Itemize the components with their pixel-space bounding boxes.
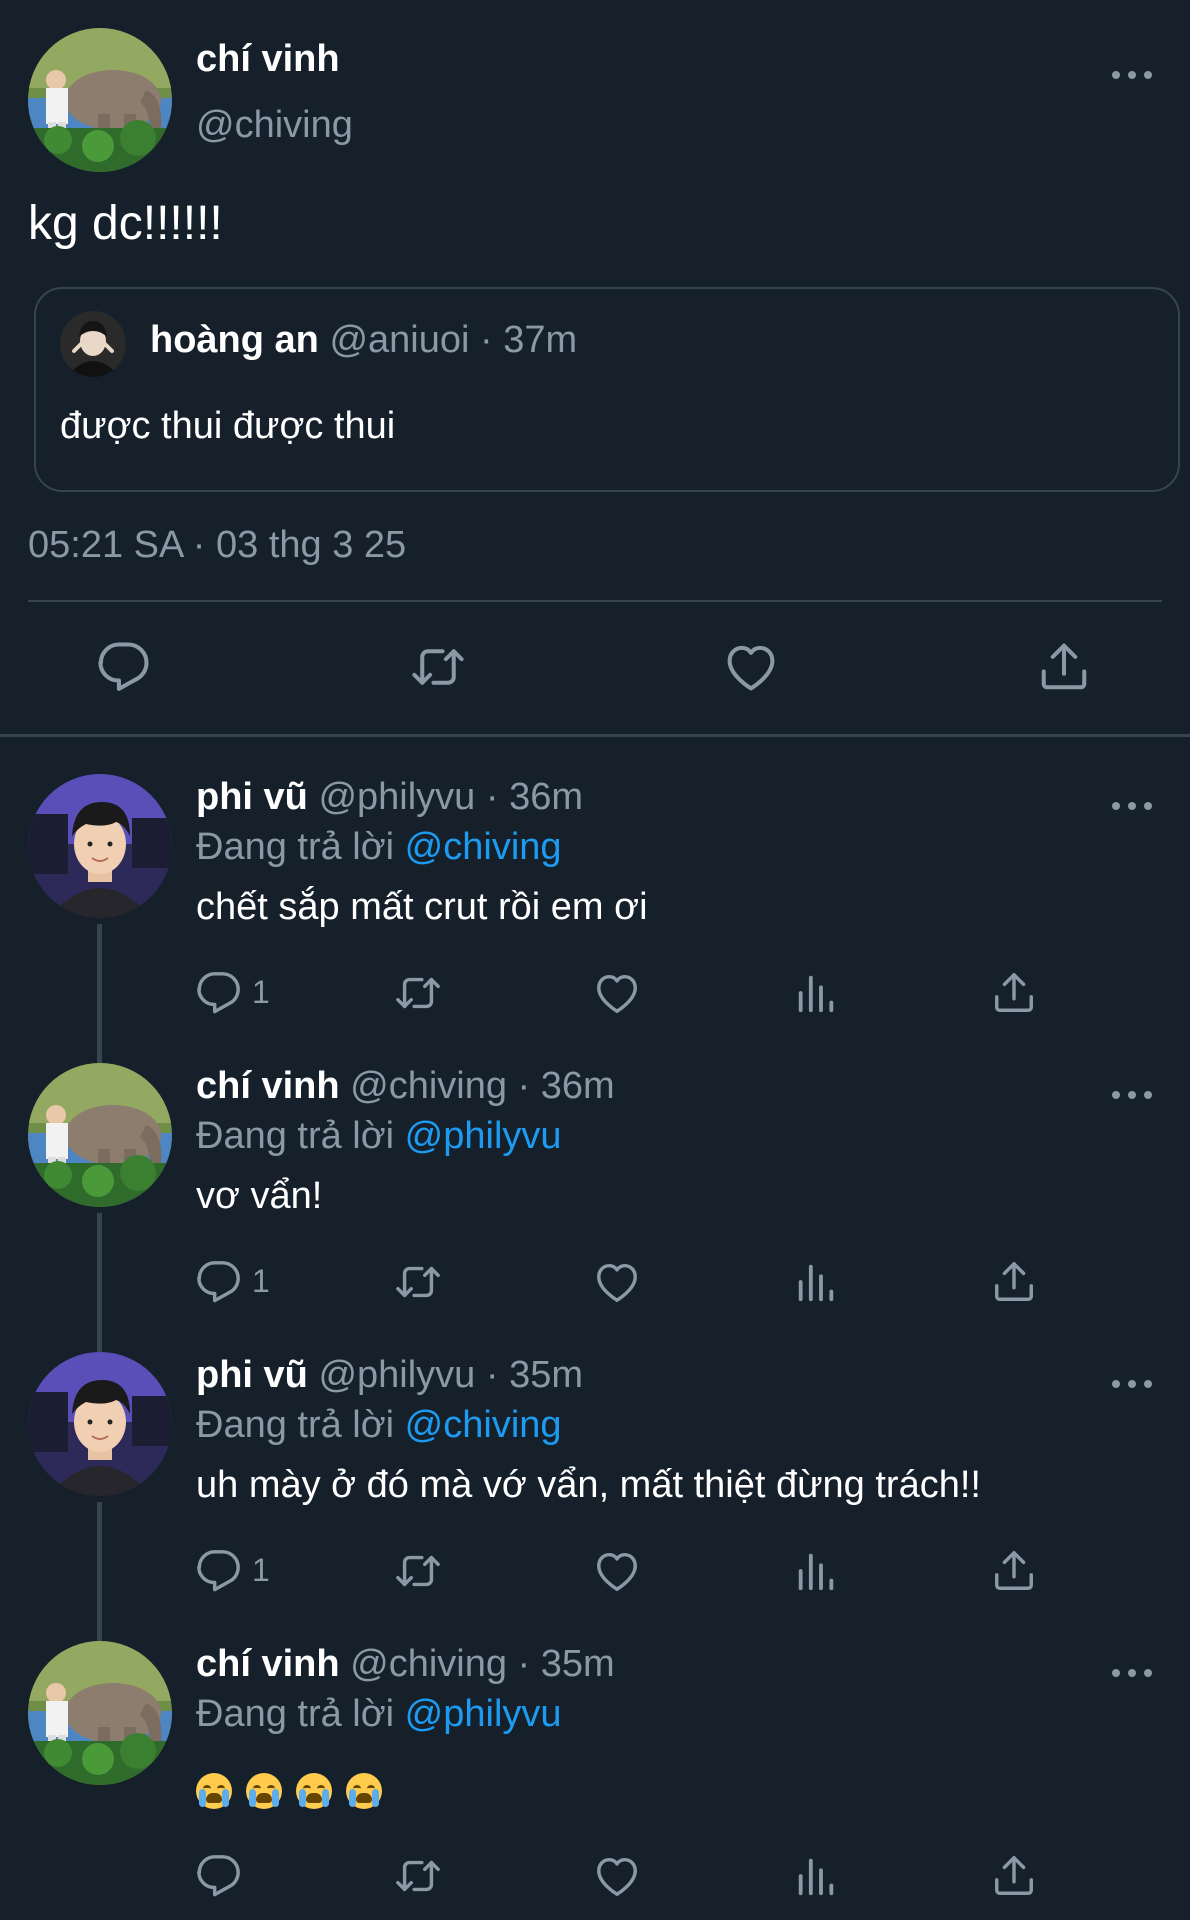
reply-count: 1: [252, 1263, 270, 1299]
section-divider: [0, 734, 1190, 737]
reply-count: 1: [252, 974, 270, 1010]
reply-text: 😭 😭 😭 😭: [196, 1773, 396, 1809]
author-name[interactable]: chí vinh: [196, 38, 340, 81]
replying-to: Đang trả lời @chiving: [196, 1404, 562, 1447]
author-name[interactable]: chí vinh: [196, 1065, 340, 1107]
replying-to: Đang trả lời @chiving: [196, 826, 562, 869]
mention-link[interactable]: @chiving: [405, 1404, 562, 1446]
crying-face-emoji: [246, 1773, 282, 1809]
reply-text-raw: 😭 😭 😭 😭: [196, 1773, 197, 1774]
share-icon[interactable]: [991, 1548, 1037, 1594]
retweet-icon[interactable]: [395, 1259, 441, 1305]
views-icon[interactable]: [793, 1259, 839, 1305]
share-icon[interactable]: [1037, 640, 1091, 694]
author-meta: @chiving · 36m: [350, 1065, 615, 1107]
avatar: [60, 311, 126, 377]
reply-tweet[interactable]: chí vinh @chiving · 36m Đang trả lời @ph…: [0, 1063, 1190, 1353]
share-icon[interactable]: [991, 1853, 1037, 1899]
thread-line: [97, 1502, 102, 1642]
avatar[interactable]: [28, 1063, 172, 1207]
quoted-tweet[interactable]: hoàng an @aniuoi · 37m được thui được th…: [34, 287, 1180, 492]
replying-label: Đang trả lời: [196, 1115, 395, 1157]
reply-header: chí vinh @chiving · 35m: [196, 1643, 615, 1686]
retweet-icon[interactable]: [411, 640, 465, 694]
share-icon[interactable]: [991, 1259, 1037, 1305]
reply-icon[interactable]: [196, 1259, 242, 1305]
retweet-icon[interactable]: [395, 1853, 441, 1899]
quoted-header: hoàng an @aniuoi · 37m: [150, 319, 577, 362]
like-icon[interactable]: [724, 640, 778, 694]
retweet-icon[interactable]: [395, 1548, 441, 1594]
author-meta: @chiving · 35m: [350, 1643, 615, 1685]
reply-text: uh mày ở đó mà vớ vẩn, mất thiệt đừng tr…: [196, 1464, 981, 1506]
quoted-text: được thui được thui: [60, 405, 396, 447]
divider: [28, 600, 1162, 602]
replying-to: Đang trả lời @philyvu: [196, 1693, 562, 1736]
like-icon[interactable]: [594, 1259, 640, 1305]
reply-text: chết sắp mất crut rồi em ơi: [196, 886, 648, 928]
like-icon[interactable]: [594, 970, 640, 1016]
mention-link[interactable]: @chiving: [405, 826, 562, 868]
replying-label: Đang trả lời: [196, 826, 395, 868]
more-options-icon[interactable]: [1112, 1666, 1152, 1680]
replying-label: Đang trả lời: [196, 1693, 395, 1735]
replying-label: Đang trả lời: [196, 1404, 395, 1446]
reply-header: phi vũ @philyvu · 35m: [196, 1354, 583, 1397]
reply-icon[interactable]: [97, 640, 151, 694]
avatar[interactable]: [28, 1641, 172, 1785]
mention-link[interactable]: @philyvu: [405, 1693, 562, 1735]
reply-header: chí vinh @chiving · 36m: [196, 1065, 615, 1108]
tweet-text: kg dc!!!!!!: [28, 197, 223, 250]
more-options-icon[interactable]: [1112, 1377, 1152, 1391]
like-icon[interactable]: [594, 1853, 640, 1899]
avatar[interactable]: [28, 28, 172, 172]
author-meta: @philyvu · 35m: [318, 1354, 584, 1396]
author-name[interactable]: phi vũ: [196, 1354, 308, 1396]
reply-count: 1: [252, 1552, 270, 1588]
more-options-icon[interactable]: [1112, 799, 1152, 813]
like-icon[interactable]: [594, 1548, 640, 1594]
avatar[interactable]: [28, 774, 172, 918]
retweet-icon[interactable]: [395, 970, 441, 1016]
reply-tweet[interactable]: phi vũ @philyvu · 35m Đang trả lời @chiv…: [0, 1352, 1190, 1642]
quoted-meta: @aniuoi · 37m: [329, 319, 578, 361]
share-icon[interactable]: [991, 970, 1037, 1016]
author-handle[interactable]: @chiving: [196, 104, 353, 147]
replying-to: Đang trả lời @philyvu: [196, 1115, 562, 1158]
thread-line: [97, 1213, 102, 1353]
reply-tweet[interactable]: phi vũ @philyvu · 36m Đang trả lời @chiv…: [0, 774, 1190, 1064]
mention-link[interactable]: @philyvu: [405, 1115, 562, 1157]
thread-line: [97, 924, 102, 1064]
views-icon[interactable]: [793, 1853, 839, 1899]
more-options-icon[interactable]: [1112, 1088, 1152, 1102]
views-icon[interactable]: [793, 970, 839, 1016]
quoted-author-name: hoàng an: [150, 319, 319, 361]
author-name[interactable]: chí vinh: [196, 1643, 340, 1685]
main-tweet: chí vinh @chiving kg dc!!!!!! hoàng an @…: [0, 0, 1190, 736]
views-icon[interactable]: [793, 1548, 839, 1594]
crying-face-emoji: [346, 1773, 382, 1809]
reply-icon[interactable]: [196, 1853, 242, 1899]
author-name[interactable]: phi vũ: [196, 776, 308, 818]
author-meta: @philyvu · 36m: [318, 776, 584, 818]
reply-icon[interactable]: [196, 1548, 242, 1594]
reply-text: vơ vẩn!: [196, 1175, 323, 1217]
reply-header: phi vũ @philyvu · 36m: [196, 776, 583, 819]
crying-face-emoji: [296, 1773, 332, 1809]
avatar[interactable]: [28, 1352, 172, 1496]
reply-icon[interactable]: [196, 970, 242, 1016]
more-options-icon[interactable]: [1112, 68, 1152, 82]
tweet-timestamp[interactable]: 05:21 SA · 03 thg 3 25: [28, 524, 406, 567]
reply-tweet[interactable]: chí vinh @chiving · 35m Đang trả lời @ph…: [0, 1641, 1190, 1920]
crying-face-emoji: [196, 1773, 232, 1809]
